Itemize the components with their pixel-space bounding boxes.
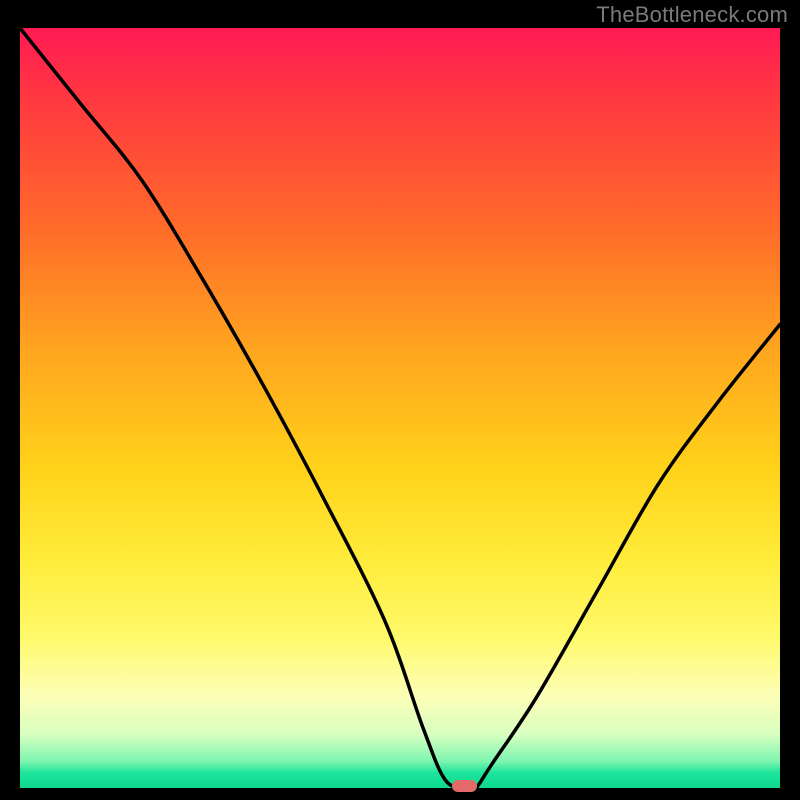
optimal-marker bbox=[452, 780, 476, 792]
bottleneck-curve-path bbox=[20, 28, 780, 790]
bottleneck-curve bbox=[20, 28, 780, 788]
watermark-text: TheBottleneck.com bbox=[596, 2, 788, 28]
plot-area bbox=[20, 28, 780, 788]
chart-frame: TheBottleneck.com bbox=[0, 0, 800, 800]
